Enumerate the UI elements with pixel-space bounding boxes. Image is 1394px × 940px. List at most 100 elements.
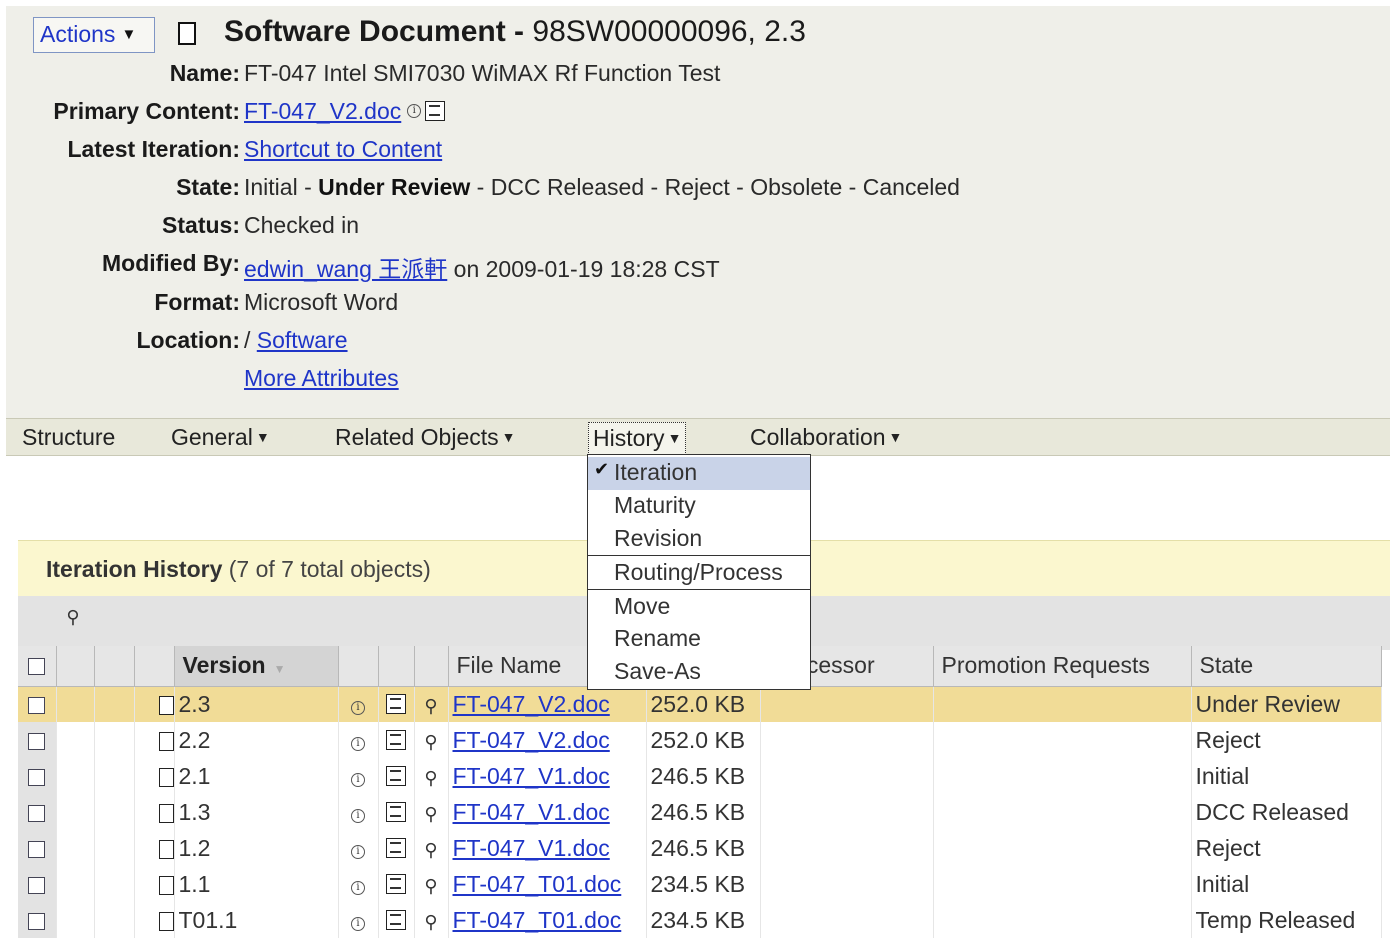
menu-item-routing-process[interactable]: Routing/Process (588, 557, 810, 590)
table-row[interactable]: 1.2 i ⚲ FT-047_V1.doc 246.5 KB Reject (18, 830, 1382, 866)
tree-view-icon[interactable]: ⚲ (420, 731, 442, 753)
tree-icon-cell: ⚲ (414, 722, 449, 758)
latest-iteration-value: Shortcut to Content (244, 136, 442, 163)
table-row[interactable]: 2.2 i ⚲ FT-047_V2.doc 252.0 KB Reject (18, 722, 1382, 758)
column-header-version[interactable]: Version ▼ (174, 646, 339, 687)
info-icon[interactable]: i (351, 700, 365, 715)
primary-content-link[interactable]: FT-047_V2.doc (244, 98, 401, 124)
table-row[interactable]: 1.3 i ⚲ FT-047_V1.doc 246.5 KB DCC Relea… (18, 794, 1382, 830)
word-document-icon[interactable] (386, 729, 406, 750)
row-checkbox[interactable] (28, 732, 46, 750)
tab-history[interactable]: History ▼ (588, 422, 687, 455)
name-label: Name: (169, 60, 240, 86)
file-name-link[interactable]: FT-047_V1.doc (453, 799, 610, 825)
row-checkbox[interactable] (28, 912, 46, 930)
tree-view-icon[interactable]: ⚲ (420, 875, 442, 897)
menu-item-rename[interactable]: Rename (588, 623, 810, 656)
actions-button[interactable]: Actions ▼ (33, 17, 155, 53)
info-icon[interactable]: i (351, 880, 365, 895)
tab-structure[interactable]: Structure (18, 422, 119, 453)
info-icon[interactable]: i (351, 808, 365, 823)
info-icon[interactable]: i (351, 736, 365, 751)
word-document-icon[interactable] (386, 801, 406, 822)
column-header (414, 646, 449, 687)
row-select-cell[interactable] (18, 830, 57, 866)
menu-item-label: Maturity (614, 492, 696, 518)
menu-item-revision[interactable]: Revision (588, 523, 810, 556)
size-cell: 252.0 KB (646, 686, 761, 722)
file-name-cell: FT-047_V1.doc (448, 830, 647, 866)
promotion-requests-cell (933, 902, 1192, 938)
tab-collaboration[interactable]: Collaboration ▼ (746, 422, 906, 453)
empty-cell (56, 722, 95, 758)
row-checkbox[interactable] (28, 840, 46, 858)
table-row[interactable]: T01.1 i ⚲ FT-047_T01.doc 234.5 KB Temp R… (18, 902, 1382, 938)
row-size: 246.5 KB (650, 762, 746, 789)
row-version: 2.1 (178, 762, 211, 789)
file-name-link[interactable]: FT-047_V2.doc (453, 691, 610, 717)
row-select-cell[interactable] (18, 758, 57, 794)
info-cell: i (338, 758, 379, 794)
table-row[interactable]: 2.1 i ⚲ FT-047_V1.doc 246.5 KB Initial (18, 758, 1382, 794)
row-select-cell[interactable] (18, 722, 57, 758)
state-cell: Reject (1191, 722, 1382, 758)
menu-item-save-as[interactable]: Save-As (588, 656, 810, 689)
info-icon[interactable]: i (351, 916, 365, 931)
location-software-link[interactable]: Software (257, 327, 348, 353)
column-header-state[interactable]: State (1191, 646, 1382, 687)
row-checkbox[interactable] (28, 768, 46, 786)
file-name-link[interactable]: FT-047_T01.doc (453, 871, 622, 897)
row-select-cell[interactable] (18, 794, 57, 830)
info-cell: i (338, 722, 379, 758)
menu-item-iteration[interactable]: ✔ Iteration (588, 457, 810, 490)
select-all-header[interactable] (18, 646, 57, 687)
row-size: 252.0 KB (650, 726, 746, 753)
state-cell: Initial (1191, 758, 1382, 794)
tab-related-objects[interactable]: Related Objects ▼ (331, 422, 520, 453)
empty-cell (56, 686, 95, 722)
info-icon[interactable]: i (407, 104, 422, 118)
word-document-icon[interactable] (425, 101, 446, 121)
row-select-cell[interactable] (18, 686, 57, 722)
chevron-down-icon: ▼ (501, 429, 516, 445)
file-name-link[interactable]: FT-047_V1.doc (453, 835, 610, 861)
word-document-icon[interactable] (386, 837, 406, 858)
file-name-link[interactable]: FT-047_V2.doc (453, 727, 610, 753)
word-document-icon[interactable] (386, 873, 406, 894)
file-name-link[interactable]: FT-047_V1.doc (453, 763, 610, 789)
info-icon[interactable]: i (351, 772, 365, 787)
tab-related-objects-label: Related Objects (335, 424, 499, 450)
column-header-promotion-requests[interactable]: Promotion Requests (933, 646, 1192, 687)
select-all-checkbox[interactable] (28, 658, 46, 676)
menu-item-maturity[interactable]: Maturity (588, 490, 810, 523)
word-document-icon[interactable] (386, 693, 406, 714)
size-cell: 246.5 KB (646, 758, 761, 794)
state-lifecycle: Initial - Under Review - DCC Released - … (244, 174, 960, 200)
tab-general[interactable]: General ▼ (167, 422, 274, 453)
tree-view-icon[interactable]: ⚲ (62, 606, 84, 628)
word-document-icon[interactable] (386, 909, 406, 930)
info-icon[interactable]: i (351, 844, 365, 859)
file-name-link[interactable]: FT-047_T01.doc (453, 907, 622, 933)
tree-view-icon[interactable]: ⚲ (420, 911, 442, 933)
row-select-cell[interactable] (18, 866, 57, 902)
info-cell: i (338, 902, 379, 938)
tree-view-icon[interactable]: ⚲ (420, 695, 442, 717)
predecessor-cell (760, 830, 934, 866)
tree-view-icon[interactable]: ⚲ (420, 803, 442, 825)
row-checkbox[interactable] (28, 804, 46, 822)
row-checkbox[interactable] (28, 876, 46, 894)
more-attributes-link[interactable]: More Attributes (244, 365, 399, 391)
table-row[interactable]: 2.3 i ⚲ FT-047_V2.doc 252.0 KB Under Rev… (18, 686, 1382, 722)
tree-view-icon[interactable]: ⚲ (420, 839, 442, 861)
row-select-cell[interactable] (18, 902, 57, 938)
word-document-icon[interactable] (386, 765, 406, 786)
size-cell: 246.5 KB (646, 794, 761, 830)
table-row[interactable]: 1.1 i ⚲ FT-047_T01.doc 234.5 KB Initial (18, 866, 1382, 902)
modified-by-user-link[interactable]: edwin_wang 王派軒 (244, 256, 447, 282)
tree-view-icon[interactable]: ⚲ (420, 767, 442, 789)
state-cell: DCC Released (1191, 794, 1382, 830)
shortcut-to-content-link[interactable]: Shortcut to Content (244, 136, 442, 162)
menu-item-move[interactable]: Move (588, 591, 810, 624)
row-checkbox[interactable] (28, 696, 46, 714)
